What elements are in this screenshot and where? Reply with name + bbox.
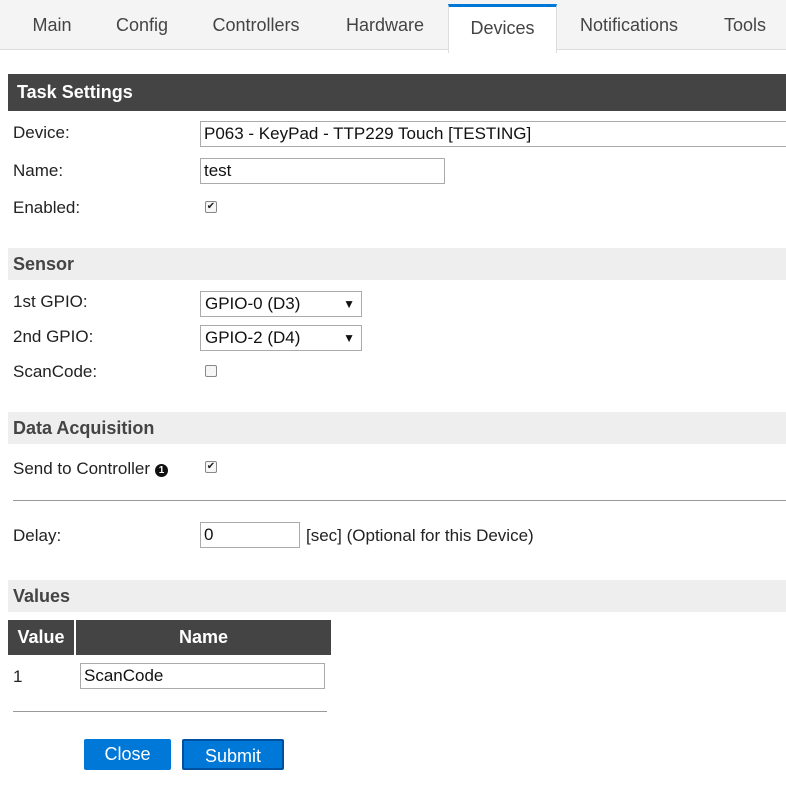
tab-controllers[interactable]: Controllers [196,0,316,49]
enabled-label: Enabled: [13,198,81,217]
enabled-checkbox[interactable]: ✔ [205,201,217,213]
tab-config[interactable]: Config [102,0,182,49]
tab-devices[interactable]: Devices [448,4,557,53]
tab-bar: Main Config Controllers Hardware Devices… [0,0,786,53]
submit-button[interactable]: Submit [182,739,284,770]
tab-hardware[interactable]: Hardware [330,0,440,49]
value-index: 1 [13,667,23,686]
divider [13,711,327,712]
scancode-checkbox[interactable] [205,365,217,377]
gpio2-label: 2nd GPIO: [13,327,94,346]
gpio1-label: 1st GPIO: [13,292,88,311]
delay-label: Delay: [13,526,62,545]
gpio2-select[interactable]: GPIO-2 (D4) ▼ [200,325,362,351]
close-button[interactable]: Close [84,739,171,770]
tab-tools[interactable]: Tools [712,0,778,49]
gpio1-value: GPIO-0 (D3) [205,294,301,313]
chevron-down-icon: ▼ [343,331,355,345]
name-input[interactable]: test [200,158,445,184]
scancode-label: ScanCode: [13,362,98,381]
tab-main[interactable]: Main [12,0,92,49]
chevron-down-icon: ▼ [343,297,355,311]
gpio1-select[interactable]: GPIO-0 (D3) ▼ [200,291,362,317]
device-label: Device: [13,123,70,142]
name-column-header: Name [76,620,331,655]
task-settings-header: Task Settings [8,74,786,111]
gpio2-value: GPIO-2 (D4) [205,328,301,347]
info-badge-icon[interactable]: 1 [155,464,169,477]
delay-input[interactable]: 0 [200,522,300,548]
name-label: Name: [13,161,64,180]
data-acquisition-header: Data Acquisition [8,412,786,444]
value-column-header: Value [8,620,74,655]
divider [13,500,786,501]
values-header: Values [8,580,786,612]
send-to-controller-text: Send to Controller [13,459,151,478]
device-field[interactable]: P063 - KeyPad - TTP229 Touch [TESTING] [200,121,786,147]
value-name-input[interactable]: ScanCode [80,663,325,689]
sensor-header: Sensor [8,248,786,280]
tab-notifications[interactable]: Notifications [566,0,692,49]
send-to-controller-checkbox[interactable]: ✔ [205,461,217,473]
delay-note: [sec] (Optional for this Device) [306,526,534,545]
send-to-controller-label: Send to Controller 1 [13,459,169,479]
